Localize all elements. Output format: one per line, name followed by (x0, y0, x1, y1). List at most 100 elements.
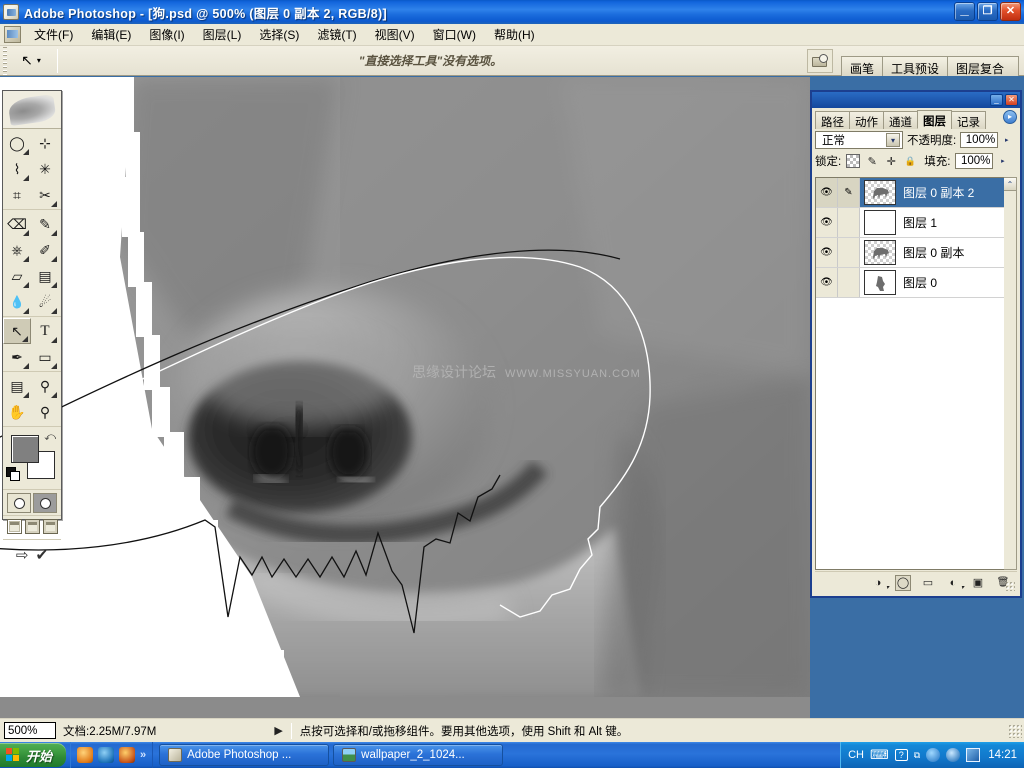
menu-edit[interactable]: 编辑(E) (82, 24, 140, 45)
lock-position-icon[interactable]: ✛ (884, 154, 898, 168)
menu-image[interactable]: 图像(I) (140, 24, 193, 45)
tray-volume-icon[interactable] (926, 748, 941, 762)
brush-tool[interactable]: ✎ (31, 211, 59, 237)
quick-mask-mode-button[interactable] (33, 493, 57, 513)
layers-minimize-button[interactable]: _ (990, 94, 1003, 106)
help-icon[interactable]: ? (894, 749, 908, 761)
menu-layer[interactable]: 图层(L) (194, 24, 251, 45)
layer-visibility-toggle[interactable]: 👁 (816, 178, 838, 207)
full-screen-mode-button[interactable] (42, 519, 58, 534)
zoom-level-input[interactable]: 500% (4, 722, 56, 739)
layer-visibility-toggle[interactable]: 👁 (816, 268, 838, 297)
dodge-tool[interactable]: ☄ (31, 289, 59, 315)
palette-tab-tool-presets[interactable]: 工具预设 (881, 55, 948, 76)
layer-active-brush-indicator[interactable] (838, 238, 860, 267)
ime-indicator[interactable]: CH (848, 749, 864, 761)
layer-thumbnail[interactable] (864, 270, 896, 295)
healing-brush-tool[interactable]: ⌫ (3, 211, 31, 237)
layers-vertical-scrollbar[interactable]: ⌃ (1004, 177, 1017, 570)
layer-name[interactable]: 图层 0 (903, 274, 937, 291)
palette-tab-layer-comps[interactable]: 图层复合 (946, 55, 1019, 76)
menu-help[interactable]: 帮助(H) (485, 24, 544, 45)
start-button[interactable]: 开始 (0, 743, 67, 767)
layers-scroll-up-button[interactable]: ⌃ (1004, 178, 1016, 191)
opacity-slider-arrow-icon[interactable]: ▸ (1002, 132, 1011, 148)
file-browser-icon[interactable] (806, 48, 833, 73)
tab-channels[interactable]: 通道 (883, 111, 918, 129)
document-size-info[interactable]: 文档:2.25M/7.97M (63, 723, 156, 739)
layer-style-button[interactable]: ◑ ▾ (870, 575, 889, 591)
shape-tool[interactable]: ▭ (31, 344, 59, 370)
show-hidden-icons-icon[interactable]: ⧉ (914, 750, 920, 761)
new-adjustment-layer-button[interactable]: ◐ ▾ (945, 575, 964, 591)
magic-wand-tool[interactable]: ✳ (31, 156, 59, 182)
taskbar-wallpaper[interactable]: wallpaper_2_1024... (333, 744, 504, 766)
fill-input[interactable]: 100% (955, 153, 994, 169)
history-brush-tool[interactable]: ✐ (31, 237, 59, 263)
marquee-tool[interactable]: ◯ (3, 130, 31, 156)
layer-active-brush-indicator[interactable] (838, 208, 860, 237)
quicklaunch-firefox-icon[interactable] (119, 747, 136, 763)
restore-button[interactable]: ❐ (977, 2, 998, 21)
tray-kaspersky-icon[interactable] (946, 748, 961, 762)
taskbar-clock[interactable]: 14:21 (988, 749, 1017, 761)
layer-active-brush-indicator[interactable] (838, 268, 860, 297)
jump-to-imageready-icon[interactable]: ⇨ (16, 546, 29, 564)
tab-actions[interactable]: 动作 (849, 111, 884, 129)
type-tool[interactable]: T (31, 318, 59, 344)
clone-stamp-tool[interactable]: ⎈ (3, 237, 31, 263)
jump-to-check-icon[interactable]: ✔ (36, 546, 49, 564)
status-menu-arrow-icon[interactable]: ▶ (274, 724, 282, 737)
new-group-button[interactable]: ▭ (920, 575, 936, 591)
add-layer-mask-button[interactable]: ◯ (895, 574, 911, 591)
foreground-color-swatch[interactable] (11, 435, 39, 463)
opacity-input[interactable]: 100% (960, 132, 999, 148)
standard-mask-mode-button[interactable] (7, 493, 31, 513)
layer-visibility-toggle[interactable]: 👁 (816, 238, 838, 267)
menu-file[interactable]: 文件(F) (25, 24, 82, 45)
fill-slider-arrow-icon[interactable]: ▸ (998, 153, 1007, 169)
crop-tool[interactable]: ⌗ (3, 182, 31, 208)
table-row[interactable]: 👁 图层 0 (816, 268, 1016, 298)
options-bar-grip[interactable] (1, 46, 9, 75)
eraser-tool[interactable]: ▱ (3, 263, 31, 289)
close-button[interactable]: ✕ (1000, 2, 1021, 21)
direct-selection-tool[interactable]: ↖ (3, 318, 31, 344)
quicklaunch-expand-icon[interactable]: » (140, 749, 146, 761)
gradient-tool[interactable]: ▤ (31, 263, 59, 289)
document-image[interactable]: 思缘设计论坛 WWW.MISSYUAN.COM (0, 77, 810, 697)
active-tool-preset-picker[interactable]: ↖ ▾ (9, 48, 53, 74)
tab-history[interactable]: 记录 (951, 111, 986, 129)
layer-thumbnail[interactable] (864, 240, 896, 265)
tray-network-icon[interactable] (966, 748, 981, 762)
minimize-button[interactable]: _ (954, 2, 975, 21)
quicklaunch-media-icon[interactable] (77, 747, 94, 763)
hand-tool[interactable]: ✋ (3, 399, 31, 425)
layer-thumbnail[interactable] (864, 210, 896, 235)
notes-tool[interactable]: ▤ (3, 373, 31, 399)
lasso-tool[interactable]: ⌇ (3, 156, 31, 182)
zoom-tool[interactable]: ⚲ (31, 399, 59, 425)
palette-menu-icon[interactable]: ▸ (1003, 110, 1017, 124)
document-canvas-area[interactable]: 思缘设计论坛 WWW.MISSYUAN.COM ❮ ||| (0, 77, 810, 718)
layers-close-button[interactable]: ✕ (1005, 94, 1018, 106)
layer-name[interactable]: 图层 0 副本 2 (903, 184, 974, 201)
default-colors-icon[interactable] (6, 467, 20, 481)
blur-tool[interactable]: 💧 (3, 289, 31, 315)
taskbar-photoshop[interactable]: Adobe Photoshop ... (159, 744, 330, 766)
blend-mode-select[interactable]: 正常 ▾ (815, 131, 903, 149)
lock-image-pixels-icon[interactable]: ✎ (865, 154, 879, 168)
menu-view[interactable]: 视图(V) (366, 24, 424, 45)
layer-name[interactable]: 图层 1 (903, 214, 937, 231)
slice-tool[interactable]: ✂ (31, 182, 59, 208)
table-row[interactable]: 👁 ✎ 图层 0 副本 2 (816, 178, 1016, 208)
tab-paths[interactable]: 路径 (815, 111, 850, 129)
quicklaunch-ie-icon[interactable] (98, 747, 115, 763)
table-row[interactable]: 👁 图层 0 副本 (816, 238, 1016, 268)
menu-select[interactable]: 选择(S) (250, 24, 308, 45)
full-screen-menubar-button[interactable] (24, 519, 40, 534)
menu-filter[interactable]: 滤镜(T) (308, 24, 365, 45)
layer-visibility-toggle[interactable]: 👁 (816, 208, 838, 237)
layer-thumbnail[interactable] (864, 180, 896, 205)
eyedropper-tool[interactable]: ⚲ (31, 373, 59, 399)
